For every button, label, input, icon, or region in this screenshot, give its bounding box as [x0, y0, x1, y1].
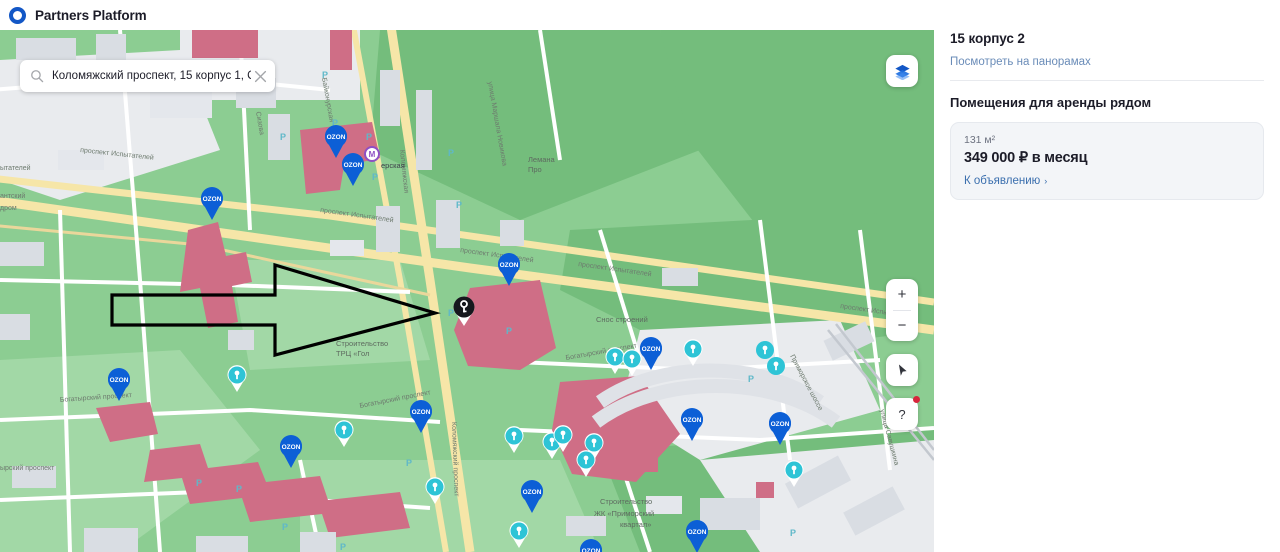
- svg-text:P: P: [366, 132, 372, 142]
- ring-logo-icon: [9, 6, 26, 24]
- panorama-link[interactable]: Посмотреть на панорамах: [950, 56, 1264, 68]
- svg-text:OZON: OZON: [282, 444, 301, 451]
- search-icon: [31, 70, 44, 83]
- zoom-out-button[interactable]: −: [886, 311, 918, 342]
- svg-text:Про: Про: [528, 165, 542, 174]
- nearby-rentals-heading: Помещения для аренды рядом: [950, 95, 1152, 111]
- svg-text:Лемана: Лемана: [528, 155, 556, 164]
- listing-price: 349 000 ₽ в месяц: [964, 150, 1088, 167]
- svg-text:P: P: [236, 484, 242, 494]
- listing-link[interactable]: К объявлению ›: [964, 175, 1250, 187]
- svg-text:P: P: [448, 308, 454, 318]
- svg-text:ЖК «Приморский: ЖК «Приморский: [594, 509, 654, 518]
- help-notification-dot: [913, 396, 920, 403]
- rental-listing-card[interactable]: 131 м² 349 000 ₽ в месяц К объявлению ›: [950, 122, 1264, 201]
- map-layers-button[interactable]: [886, 55, 918, 87]
- svg-text:OZON: OZON: [683, 417, 702, 424]
- svg-text:ерская: ерская: [381, 161, 405, 170]
- chevron-right-icon: ›: [1044, 176, 1048, 187]
- map-help-button[interactable]: ?: [886, 396, 920, 430]
- svg-text:OZON: OZON: [412, 409, 431, 416]
- layers-icon: [894, 64, 910, 80]
- svg-text:OZON: OZON: [642, 346, 661, 353]
- map-tiles: .rd-main{stroke:#f6e6a8;stroke-linecap:b…: [0, 30, 934, 552]
- svg-text:P: P: [406, 458, 412, 468]
- svg-text:Строительство: Строительство: [336, 339, 388, 348]
- svg-text:дром: дром: [0, 205, 17, 212]
- help-label: ?: [898, 406, 906, 422]
- map-search-box[interactable]: Коломяжский проспект, 15 корпус 1, Санк: [20, 60, 275, 92]
- map-canvas[interactable]: .rd-main{stroke:#f6e6a8;stroke-linecap:b…: [0, 30, 934, 552]
- search-input[interactable]: Коломяжский проспект, 15 корпус 1, Санк: [52, 60, 251, 92]
- svg-text:P: P: [322, 70, 328, 80]
- svg-text:OZON: OZON: [327, 134, 346, 141]
- svg-text:OZON: OZON: [110, 377, 129, 384]
- svg-text:P: P: [196, 478, 202, 488]
- zoom-in-button[interactable]: +: [886, 279, 918, 310]
- brand-title: Partners Platform: [35, 7, 147, 23]
- svg-text:OZON: OZON: [344, 162, 363, 169]
- app-header: Partners Platform: [0, 0, 1280, 30]
- sidebar-divider: [950, 80, 1264, 82]
- map-zoom-controls[interactable]: + −: [886, 279, 918, 341]
- svg-text:M: M: [369, 150, 376, 159]
- svg-text:OZON: OZON: [771, 421, 790, 428]
- listing-link-label: К объявлению: [964, 175, 1041, 188]
- svg-text:ТРЦ «Гол: ТРЦ «Гол: [336, 349, 369, 358]
- svg-text:OZON: OZON: [582, 548, 601, 552]
- svg-text:P: P: [506, 326, 512, 336]
- svg-text:ытателей: ытателей: [0, 164, 31, 172]
- svg-text:OZON: OZON: [688, 529, 707, 536]
- cursor-arrow-icon: [898, 364, 907, 376]
- details-sidebar: Санкт-Петербург, Коломяжский проспект, 1…: [934, 0, 1280, 552]
- svg-text:P: P: [282, 522, 288, 532]
- svg-text:OZON: OZON: [500, 262, 519, 269]
- svg-text:P: P: [280, 132, 286, 142]
- svg-text:P: P: [448, 148, 454, 158]
- svg-text:OZON: OZON: [523, 489, 542, 496]
- svg-text:ырский проспект: ырский проспект: [0, 464, 55, 472]
- svg-text:квартал»: квартал»: [620, 520, 651, 529]
- svg-text:антский: антский: [0, 192, 25, 200]
- svg-text:OZON: OZON: [203, 196, 222, 203]
- svg-text:P: P: [340, 542, 346, 552]
- svg-text:Строительство: Строительство: [600, 497, 652, 506]
- svg-text:Снос строений: Снос строений: [596, 315, 648, 324]
- svg-text:P: P: [790, 528, 796, 538]
- svg-text:P: P: [372, 172, 378, 182]
- app-root: Partners Platform .rd-main{stroke:#f6e6a…: [0, 0, 1280, 552]
- svg-text:P: P: [748, 374, 754, 384]
- listing-area: 131 м²: [964, 134, 996, 147]
- map-locate-button[interactable]: [886, 354, 918, 386]
- svg-text:P: P: [456, 200, 462, 210]
- search-clear-icon[interactable]: [254, 70, 267, 83]
